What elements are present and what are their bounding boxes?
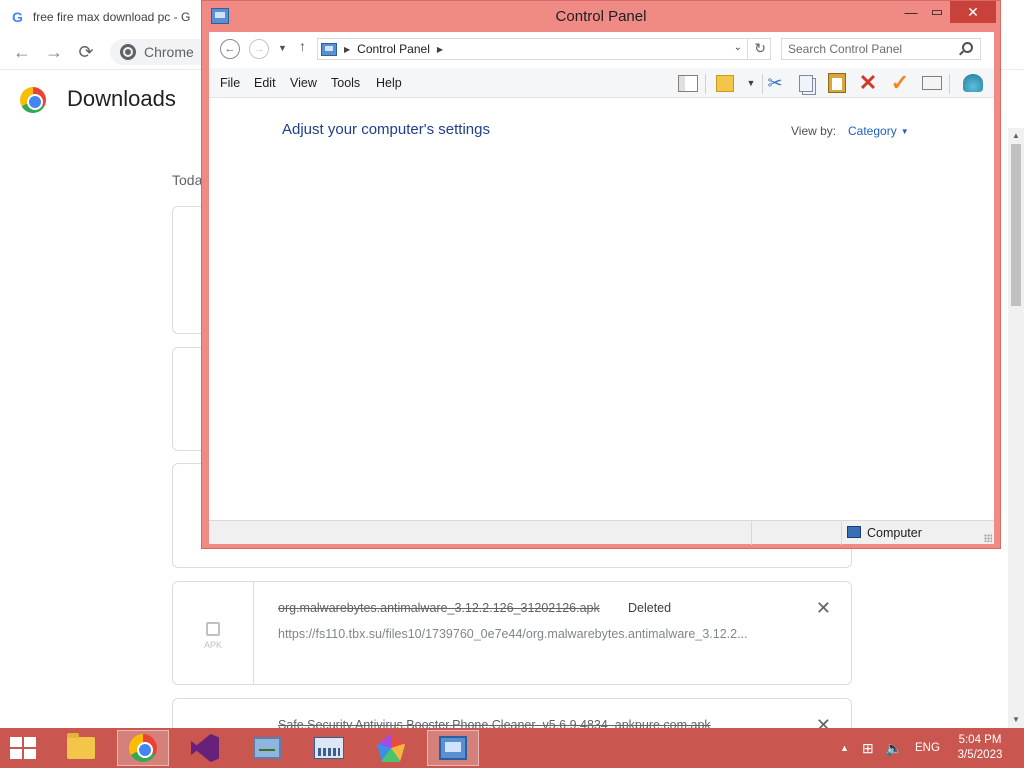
download-file-icon-area: APK [173,582,254,684]
status-text: Computer [867,526,922,540]
keyboard-icon [314,737,344,759]
search-box[interactable] [781,38,981,60]
chrome-tab-title: free fire max download pc - G [32,10,191,24]
refresh-icon[interactable]: ↻ [754,40,766,57]
menu-help[interactable]: Help [376,76,402,90]
chevron-down-icon: ▼ [900,127,909,136]
search-icon[interactable] [962,42,973,53]
taskbar-control-panel[interactable] [427,730,479,766]
chrome-logo-icon [20,87,46,113]
taskbar-chrome[interactable] [117,730,169,766]
download-url[interactable]: https://fs110.tbx.su/files10/1739760_0e7… [278,627,748,641]
download-file-name[interactable]: org.malwarebytes.antimalware_3.12.2.126_… [278,601,600,615]
breadcrumb-control-panel[interactable]: Control Panel [357,42,430,56]
taskbar: ▲ ⊞ 🔈 ENG 5:04 PM 3/5/2023 [0,728,1024,768]
chrome-icon [120,44,136,60]
control-panel-icon [439,736,467,760]
address-toolbar: ← → ▼ ↑ ▶ Control Panel ▶ ⌄ ↻ [209,32,994,68]
menu-edit[interactable]: Edit [254,76,276,90]
toolbar-separator [949,74,950,94]
window-title: Control Panel [555,8,647,25]
breadcrumb-chevron-icon[interactable]: ▶ [437,45,443,54]
address-dropdown-icon[interactable]: ⌄ [734,42,742,53]
taskbar-on-screen-keyboard[interactable] [303,730,355,766]
recent-locations-dropdown-icon[interactable]: ▼ [278,43,287,53]
page-heading: Adjust your computer's settings [282,121,490,138]
control-panel-window: Control Panel — ▭ ✕ ← → ▼ ↑ ▶ Control Pa… [201,0,1001,549]
network-icon[interactable]: ⊞ [862,728,874,768]
clock-time: 5:04 PM [958,734,1002,746]
taskbar-resource-monitor[interactable] [241,730,293,766]
apk-file-icon: APK [199,616,227,650]
taskbar-app[interactable] [365,730,417,766]
computer-icon [847,526,861,538]
breadcrumb-chevron-icon[interactable]: ▶ [344,45,350,54]
toolbar-separator [705,74,706,94]
downloads-date-label: Toda [172,172,203,188]
scissors-icon[interactable]: ✂ [763,72,787,94]
omnibox-chip-label: Chrome [144,44,194,60]
back-arrow-icon[interactable]: ← [220,39,240,59]
chrome-back-icon[interactable]: ← [10,40,34,64]
checkmark-icon[interactable]: ✓ [888,70,912,95]
chrome-tab[interactable]: G free fire max download pc - G [12,6,190,28]
minimize-button[interactable]: — [898,1,924,23]
resource-monitor-icon [253,737,281,759]
control-panel-content: Adjust your computer's settings View by:… [209,98,994,520]
resize-grip-icon[interactable] [984,534,992,542]
status-bar: Computer [209,520,994,545]
view-by-dropdown[interactable]: Category ▼ [848,124,909,138]
language-indicator[interactable]: ENG [915,728,940,768]
menu-bar: File Edit View Tools Help ▼ ✂ ✕ ✓ [209,68,994,98]
taskbar-file-explorer[interactable] [55,730,107,766]
view-by-value: Category [848,124,897,138]
view-by-label: View by: [791,124,837,138]
google-icon: G [12,9,23,25]
download-status: Deleted [628,601,672,615]
chrome-forward-icon[interactable]: → [42,40,66,64]
downloads-title: Downloads [67,86,176,111]
paste-icon[interactable] [825,72,849,94]
scroll-up-icon[interactable]: ▲ [1008,128,1024,142]
search-input[interactable] [788,42,956,56]
control-panel-icon [321,42,337,56]
visual-studio-icon [191,734,219,762]
folder-options-dropdown-icon[interactable]: ▼ [739,72,763,94]
page-scrollbar[interactable]: ▲ ▼ [1008,128,1024,728]
scroll-down-icon[interactable]: ▼ [1008,712,1024,726]
folder-options-icon[interactable] [713,72,737,94]
menu-file[interactable]: File [220,76,240,90]
properties-icon[interactable] [920,72,944,94]
speaker-icon[interactable]: 🔈 [885,728,902,768]
chrome-reload-icon[interactable]: ⟳ [74,40,98,64]
window-title-bar[interactable]: Control Panel — ▭ ✕ [202,1,1000,32]
folder-icon [67,733,95,759]
menu-view[interactable]: View [290,76,317,90]
address-bar[interactable]: ▶ Control Panel ▶ ⌄ ↻ [317,38,771,60]
scrollbar-thumb[interactable] [1011,144,1021,306]
copy-icon[interactable] [794,72,818,94]
red-x-icon[interactable]: ✕ [856,70,880,95]
status-divider [841,521,842,545]
download-card: APK org.malwarebytes.antimalware_3.12.2.… [172,581,852,685]
clock[interactable]: 5:04 PM 3/5/2023 [950,733,1010,763]
maximize-button[interactable]: ▭ [924,1,950,23]
address-divider [747,39,748,59]
menu-tools[interactable]: Tools [331,76,360,90]
status-divider [751,521,752,545]
colorful-gem-icon [377,734,405,762]
shell-globe-icon[interactable] [961,72,985,94]
up-arrow-icon[interactable]: ↑ [299,38,306,54]
close-button[interactable]: ✕ [950,1,996,23]
window-client-area: ← → ▼ ↑ ▶ Control Panel ▶ ⌄ ↻ File Edit … [209,32,994,545]
layout-pane-icon[interactable] [676,72,700,94]
taskbar-visual-studio[interactable] [179,730,231,766]
chrome-icon [129,734,157,762]
start-button[interactable] [10,737,38,761]
remove-download-close-icon[interactable]: ✕ [816,598,831,619]
forward-arrow-icon[interactable]: → [249,39,269,59]
omnibox-chip: Chrome [120,44,194,60]
show-hidden-icons-icon[interactable]: ▲ [840,728,849,768]
clock-date: 3/5/2023 [957,749,1003,761]
